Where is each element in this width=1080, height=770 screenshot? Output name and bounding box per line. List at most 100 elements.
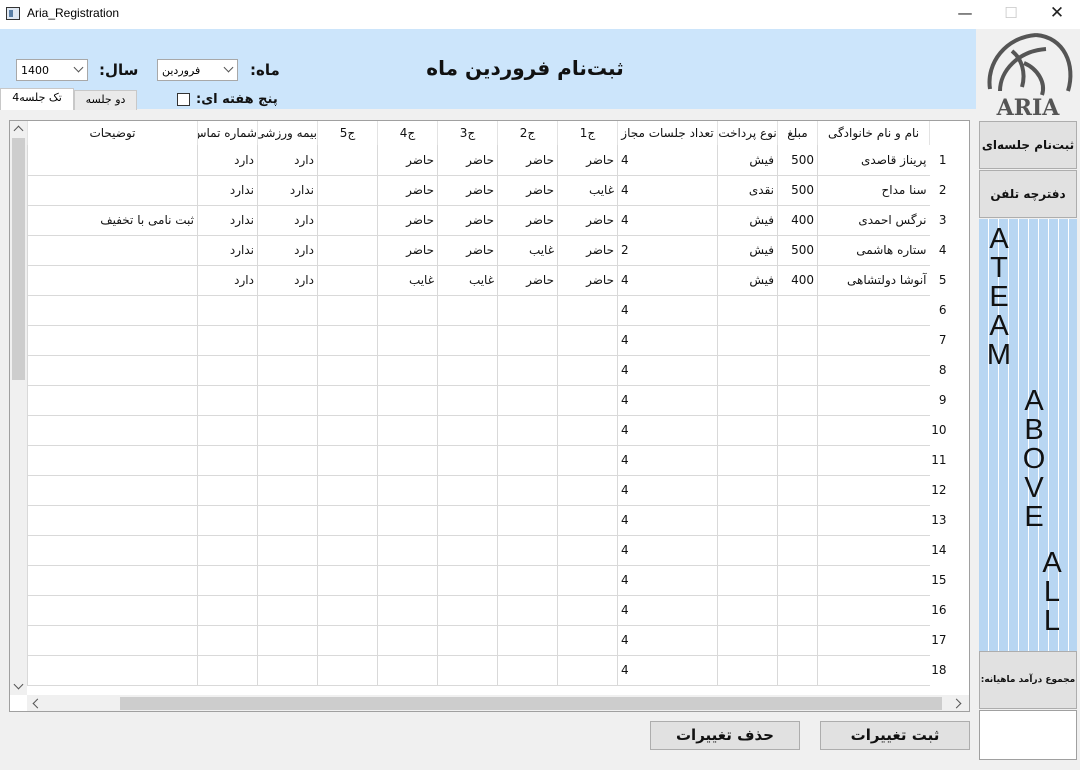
tab-single-session[interactable]: تک جلسه4 — [0, 88, 74, 110]
cell-insurance[interactable] — [257, 565, 318, 596]
scroll-right-icon[interactable] — [951, 698, 962, 709]
cell-insurance[interactable] — [257, 535, 318, 566]
column-header-insurance[interactable]: بیمه ورزشی — [257, 121, 318, 145]
cell-s5[interactable] — [317, 385, 378, 416]
cell-notes[interactable] — [27, 565, 198, 596]
cell-name[interactable]: ستاره هاشمی — [817, 235, 930, 266]
column-header-s5[interactable]: ج5 — [317, 121, 378, 145]
cell-s1[interactable]: حاضر — [557, 265, 618, 296]
cell-s2[interactable]: حاضر — [497, 145, 558, 176]
cell-phone[interactable] — [197, 505, 258, 536]
delete-changes-button[interactable]: حذف تغییرات — [650, 721, 800, 750]
cell-amount[interactable] — [777, 295, 818, 326]
cell-name[interactable] — [817, 325, 930, 356]
cell-amount[interactable] — [777, 535, 818, 566]
cell-sessions[interactable]: 4 — [617, 625, 718, 656]
cell-s4[interactable] — [377, 475, 438, 506]
column-header-name[interactable]: نام و نام خانوادگی — [817, 121, 930, 145]
cell-notes[interactable] — [27, 145, 198, 176]
cell-name[interactable] — [817, 415, 930, 446]
cell-amount[interactable] — [777, 505, 818, 536]
cell-s3[interactable] — [437, 415, 498, 446]
cell-name[interactable] — [817, 385, 930, 416]
cell-insurance[interactable] — [257, 325, 318, 356]
cell-insurance[interactable]: دارد — [257, 265, 318, 296]
cell-s4[interactable] — [377, 385, 438, 416]
cell-insurance[interactable] — [257, 475, 318, 506]
cell-notes[interactable] — [27, 445, 198, 476]
cell-s4[interactable]: غایب — [377, 265, 438, 296]
month-select[interactable]: فروردین — [157, 59, 238, 81]
cell-sessions[interactable]: 4 — [617, 355, 718, 386]
cell-s2[interactable] — [497, 595, 558, 626]
cell-payment[interactable]: فیش — [717, 265, 778, 296]
cell-s2[interactable] — [497, 445, 558, 476]
cell-notes[interactable] — [27, 415, 198, 446]
cell-insurance[interactable] — [257, 595, 318, 626]
cell-phone[interactable] — [197, 325, 258, 356]
cell-s4[interactable] — [377, 415, 438, 446]
cell-s5[interactable] — [317, 445, 378, 476]
cell-s5[interactable] — [317, 265, 378, 296]
minimize-button[interactable]: — — [942, 0, 988, 29]
cell-notes[interactable] — [27, 595, 198, 626]
tab-two-session[interactable]: دو جلسه — [74, 90, 137, 110]
cell-s4[interactable] — [377, 445, 438, 476]
cell-s1[interactable] — [557, 385, 618, 416]
cell-s3[interactable] — [437, 475, 498, 506]
cell-amount[interactable] — [777, 625, 818, 656]
cell-s4[interactable] — [377, 565, 438, 596]
cell-insurance[interactable]: دارد — [257, 145, 318, 176]
cell-payment[interactable] — [717, 595, 778, 626]
scroll-left-icon[interactable] — [32, 698, 43, 709]
cell-phone[interactable] — [197, 625, 258, 656]
column-header-s3[interactable]: ج3 — [437, 121, 498, 145]
cell-s3[interactable] — [437, 355, 498, 386]
cell-s5[interactable] — [317, 295, 378, 326]
cell-s2[interactable] — [497, 535, 558, 566]
cell-s2[interactable] — [497, 355, 558, 386]
cell-payment[interactable] — [717, 325, 778, 356]
cell-s3[interactable] — [437, 325, 498, 356]
cell-insurance[interactable] — [257, 385, 318, 416]
cell-name[interactable]: سنا مداح — [817, 175, 930, 206]
cell-s4[interactable]: حاضر — [377, 175, 438, 206]
cell-notes[interactable] — [27, 355, 198, 386]
cell-s4[interactable]: حاضر — [377, 235, 438, 266]
cell-payment[interactable] — [717, 625, 778, 656]
cell-s2[interactable] — [497, 625, 558, 656]
cell-s2[interactable]: حاضر — [497, 205, 558, 236]
cell-s1[interactable]: حاضر — [557, 145, 618, 176]
cell-s2[interactable] — [497, 655, 558, 686]
table-row[interactable]: 11 4 — [27, 445, 948, 476]
cell-name[interactable] — [817, 355, 930, 386]
table-row[interactable]: 18 4 — [27, 655, 948, 686]
cell-s4[interactable] — [377, 535, 438, 566]
table-row[interactable]: 14 4 — [27, 535, 948, 566]
cell-s3[interactable]: حاضر — [437, 205, 498, 236]
cell-s3[interactable]: حاضر — [437, 145, 498, 176]
cell-s3[interactable]: غایب — [437, 265, 498, 296]
cell-name[interactable] — [817, 295, 930, 326]
cell-s3[interactable] — [437, 295, 498, 326]
cell-s3[interactable] — [437, 445, 498, 476]
cell-notes[interactable] — [27, 475, 198, 506]
cell-insurance[interactable]: ندارد — [257, 175, 318, 206]
cell-amount[interactable]: 500 — [777, 145, 818, 176]
cell-insurance[interactable]: دارد — [257, 205, 318, 236]
cell-s5[interactable] — [317, 475, 378, 506]
cell-s2[interactable] — [497, 505, 558, 536]
cell-notes[interactable] — [27, 295, 198, 326]
cell-notes[interactable] — [27, 385, 198, 416]
cell-name[interactable] — [817, 625, 930, 656]
cell-sessions[interactable]: 4 — [617, 595, 718, 626]
cell-s5[interactable] — [317, 565, 378, 596]
table-row[interactable]: 94 — [27, 385, 948, 416]
cell-insurance[interactable] — [257, 415, 318, 446]
cell-notes[interactable] — [27, 535, 198, 566]
cell-phone[interactable] — [197, 355, 258, 386]
cell-notes[interactable] — [27, 175, 198, 206]
monthly-income-field[interactable] — [979, 710, 1077, 760]
cell-name[interactable]: نرگس احمدی — [817, 205, 930, 236]
cell-s5[interactable] — [317, 535, 378, 566]
